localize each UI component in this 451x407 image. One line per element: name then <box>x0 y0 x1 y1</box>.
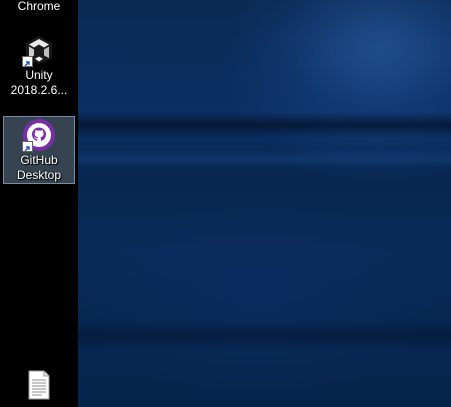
desktop: Chrome Unity 2018.2.6... GitHub Desktop <box>0 0 451 407</box>
unity-icon <box>22 34 55 67</box>
shortcut-arrow-icon <box>22 56 33 67</box>
github-desktop-icon <box>22 119 55 152</box>
wallpaper-band <box>78 320 451 350</box>
desktop-icon-label: GitHub <box>20 153 58 167</box>
desktop-icon-unity[interactable]: Unity 2018.2.6... <box>3 32 75 98</box>
desktop-icon-chrome[interactable]: Chrome <box>3 0 75 15</box>
desktop-icon-label: 2018.2.6... <box>10 83 68 97</box>
desktop-icon-label: Chrome <box>17 0 61 13</box>
desktop-wallpaper <box>78 0 451 407</box>
shortcut-arrow-icon <box>22 141 33 152</box>
desktop-icon-text-file[interactable] <box>3 368 75 400</box>
wallpaper-band <box>78 112 451 138</box>
text-file-icon <box>23 369 55 401</box>
wallpaper-band <box>78 150 451 168</box>
wallpaper-glow <box>278 0 451 110</box>
desktop-icon-github-desktop[interactable]: GitHub Desktop <box>3 116 75 184</box>
desktop-icon-label: Desktop <box>16 168 62 182</box>
desktop-icon-label: Unity <box>25 68 53 82</box>
